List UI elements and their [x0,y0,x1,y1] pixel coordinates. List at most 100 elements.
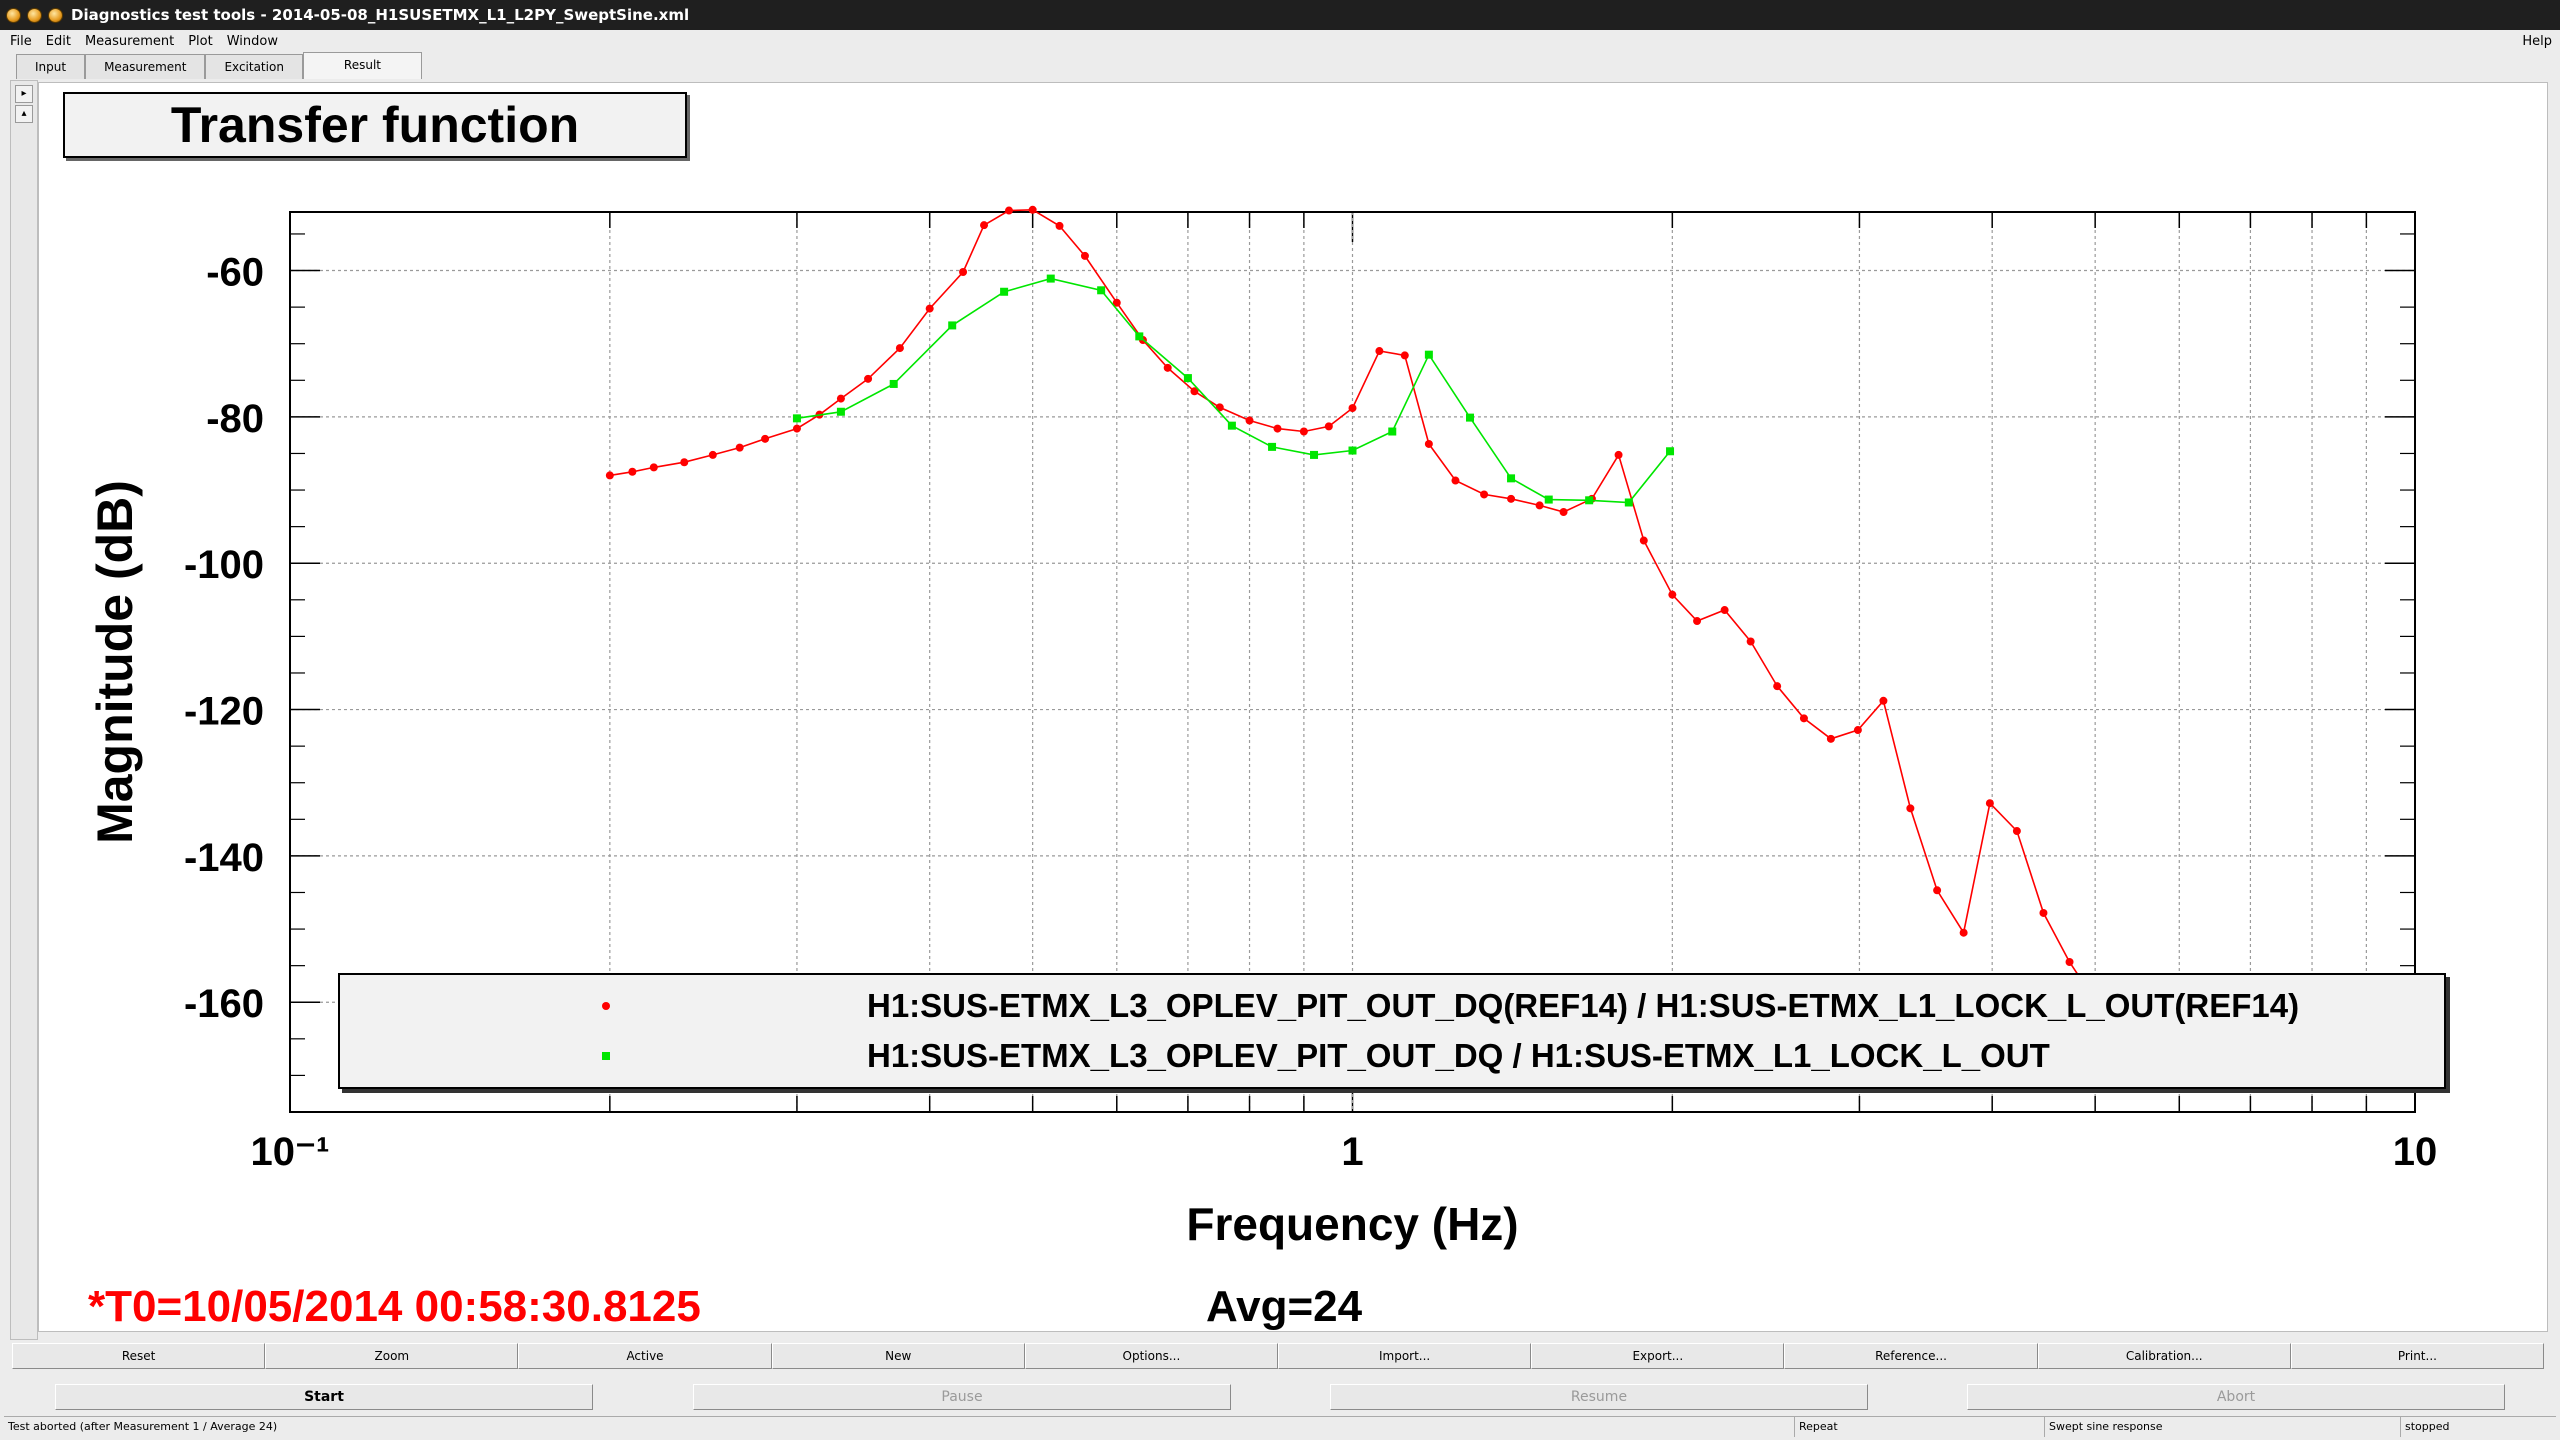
data-point [1163,363,1172,372]
status-message: Test aborted (after Measurement 1 / Aver… [8,1420,278,1433]
active-button[interactable]: Active [518,1343,772,1369]
data-point [1826,734,1835,743]
export-button[interactable]: Export... [1531,1343,1785,1369]
abort-button[interactable]: Abort [1967,1384,2505,1410]
y-tick-label: -100 [184,543,264,587]
import-button[interactable]: Import... [1278,1343,1532,1369]
data-point [1080,251,1089,260]
data-point [1559,508,1568,516]
status-mode: Repeat [1794,1417,1838,1437]
data-point [836,394,845,403]
transfer-function-chart[interactable]: -60 -80 -100 -120 -140 -160 10⁻¹ 1 10 Frequency (… [0,0,2560,1440]
plot-title: Transfer function [63,92,687,158]
data-point [1028,205,1037,214]
data-point [761,434,770,443]
data-point [1097,286,1106,295]
data-point [1535,501,1544,510]
pause-button[interactable]: Pause [693,1384,1231,1410]
y-tick-label: -160 [184,982,264,1026]
new-button[interactable]: New [771,1343,1025,1369]
data-point [649,463,658,472]
data-point [948,321,957,330]
x-tick-label: 10⁻¹ [251,1130,330,1174]
y-axis-label: Magnitude (dB) [87,480,143,844]
data-point [605,471,614,480]
data-point [1544,495,1553,504]
data-point [2012,827,2021,836]
zoom-button[interactable]: Zoom [265,1343,519,1369]
data-point [1666,447,1675,456]
data-point [2039,908,2048,917]
data-point [836,407,845,416]
data-point [1614,450,1623,459]
x-tick-label: 1 [1341,1130,1363,1174]
data-point [1424,350,1433,359]
options-button[interactable]: Options... [1024,1343,1279,1369]
x-axis-label: Frequency (Hz) [1186,1198,1518,1250]
data-point [1507,474,1516,483]
data-point [1507,494,1516,503]
data-point [1624,498,1633,507]
data-point [1451,476,1460,485]
average-count: Avg=24 [1206,1282,1363,1331]
data-point [889,379,898,388]
data-point [1585,496,1594,505]
resume-button[interactable]: Resume [1330,1384,1868,1410]
status-state: stopped [2400,1417,2450,1437]
data-point [1773,682,1782,691]
data-point [708,450,717,459]
reference-button[interactable]: Reference... [1784,1343,2038,1369]
status-bar: Test aborted (after Measurement 1 / Aver… [4,1416,2556,1437]
data-point [1135,332,1144,341]
x-tick-label: 10 [2393,1130,2438,1174]
y-tick-label: -60 [206,251,264,295]
data-point [1959,928,1968,937]
data-point [1273,424,1282,433]
data-point [2065,958,2074,966]
y-tick-label: -140 [184,836,264,880]
data-point [959,268,968,276]
legend-item-ref14: H1:SUS-ETMX_L3_OPLEV_PIT_OUT_DQ(REF14) /… [340,981,2444,1031]
data-point [1639,536,1648,545]
start-button[interactable]: Start [55,1384,593,1410]
data-point [1693,617,1702,626]
plot-controls-row: Reset Zoom Active New Options... Import.… [12,1343,2545,1369]
measurement-controls-row: Start Pause Resume Abort [55,1384,2505,1410]
y-tick-label: -120 [184,690,264,734]
data-point [792,424,801,433]
legend-label-current: H1:SUS-ETMX_L3_OPLEV_PIT_OUT_DQ / H1:SUS… [867,1037,2050,1074]
reset-button[interactable]: Reset [12,1343,266,1369]
data-point [895,344,904,353]
data-point [680,458,689,467]
data-point [1388,427,1397,436]
data-point [1480,490,1489,499]
data-point [1183,374,1192,383]
data-point [1375,347,1384,356]
data-point [1227,421,1236,430]
calibration-button[interactable]: Calibration... [2037,1343,2291,1369]
data-point [1906,804,1915,813]
legend-marker-green [602,1052,610,1060]
data-point [1985,799,1994,808]
data-point [864,374,873,383]
data-point [792,414,801,423]
print-button[interactable]: Print... [2290,1343,2545,1369]
chart-legend: H1:SUS-ETMX_L3_OPLEV_PIT_OUT_DQ(REF14) /… [338,973,2446,1089]
y-tick-label: -80 [206,397,264,441]
data-point [1668,590,1677,599]
data-point [1310,450,1319,459]
data-point [1424,439,1433,448]
status-test-type: Swept sine response [2044,1417,2163,1437]
data-point [1348,404,1357,413]
data-point [1720,606,1729,615]
data-point [1799,714,1808,723]
legend-label-ref14: H1:SUS-ETMX_L3_OPLEV_PIT_OUT_DQ(REF14) /… [867,987,2300,1024]
data-point [1004,206,1013,215]
data-point [1853,726,1862,735]
data-point [1933,886,1942,895]
data-point [628,467,637,476]
data-point [1000,287,1009,296]
data-point [1348,446,1357,455]
data-point [1268,442,1277,451]
data-point [925,304,934,313]
